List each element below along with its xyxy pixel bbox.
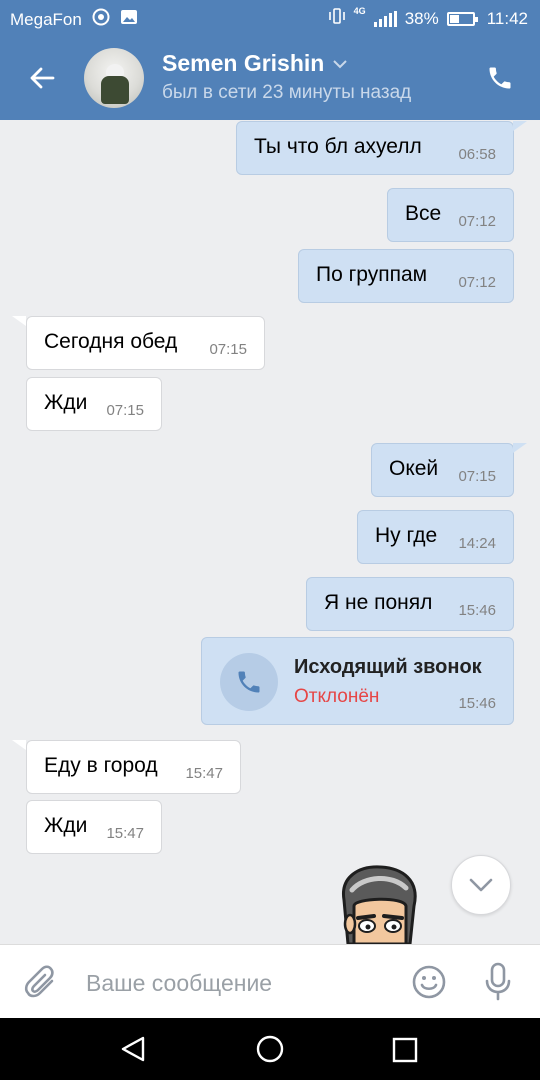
chat-header: Semen Grishin был в сети 23 минуты назад	[0, 36, 540, 120]
message-time: 06:58	[458, 146, 496, 163]
call-status: Отклонён	[294, 686, 380, 707]
message-time: 07:15	[458, 468, 496, 485]
chevron-down-icon	[469, 878, 493, 892]
bubble-tail	[513, 121, 527, 131]
message-text: Сегодня обед	[44, 330, 178, 353]
message-time: 07:15	[209, 341, 247, 358]
message-text: Жди	[44, 391, 88, 414]
message-text: Окей	[389, 457, 439, 480]
message-bubble[interactable]: Сегодня обед 07:15	[26, 316, 265, 370]
square-recents-icon	[392, 1037, 418, 1063]
message-text: Я не понял	[324, 591, 433, 614]
gallery-icon	[120, 9, 138, 30]
message-text: Еду в город	[44, 754, 158, 777]
message-text: Ты что бл ахуелл	[254, 135, 422, 158]
call-button[interactable]	[482, 60, 518, 96]
message-time: 15:46	[458, 695, 496, 712]
message-text: По группам	[316, 263, 428, 286]
message-time: 07:15	[106, 402, 144, 419]
message-time: 07:12	[458, 213, 496, 230]
microphone-icon	[485, 962, 511, 1001]
message-text: Жди	[44, 814, 88, 837]
smiley-icon	[412, 965, 446, 999]
chrome-icon	[92, 8, 110, 31]
chevron-down-icon	[333, 59, 348, 68]
vibrate-icon	[328, 8, 346, 29]
message-bubble[interactable]: Жди 07:15	[26, 377, 162, 431]
circle-home-icon	[256, 1035, 284, 1063]
phone-icon	[489, 67, 511, 89]
system-navigation-bar	[0, 1018, 540, 1080]
bubble-tail	[12, 740, 26, 750]
emoji-button[interactable]	[410, 963, 448, 1001]
message-input[interactable]	[86, 965, 386, 1001]
status-bar: MegaFon 4G 38% 11:42	[0, 0, 540, 36]
message-time: 14:24	[458, 535, 496, 552]
message-time: 15:47	[185, 765, 223, 782]
nav-back-button[interactable]	[118, 1034, 148, 1069]
signal-icon	[373, 10, 397, 27]
back-button[interactable]	[22, 58, 62, 98]
paperclip-icon	[24, 965, 54, 998]
message-bubble[interactable]: Еду в город 15:47	[26, 740, 241, 794]
battery-percent: 38%	[404, 8, 439, 28]
bubble-tail	[513, 443, 527, 453]
message-composer	[0, 944, 540, 1018]
nav-home-button[interactable]	[256, 1035, 284, 1068]
clock: 11:42	[486, 8, 528, 28]
call-title: Исходящий звонок	[294, 656, 482, 678]
contact-status: был в сети 23 минуты назад	[162, 82, 412, 103]
carrier-label: MegaFon	[10, 9, 82, 29]
contact-name-label: Semen Grishin	[162, 50, 325, 76]
battery-icon	[446, 11, 478, 26]
message-bubble[interactable]: По группам 07:12	[298, 249, 514, 303]
message-text: Все	[405, 202, 442, 225]
message-bubble[interactable]: Все 07:12	[387, 188, 514, 242]
scroll-down-button[interactable]	[451, 855, 511, 915]
sticker[interactable]	[330, 862, 426, 944]
message-bubble[interactable]: Я не понял 15:46	[306, 577, 514, 631]
voice-message-button[interactable]	[482, 961, 514, 1003]
triangle-back-icon	[121, 1036, 145, 1062]
call-message[interactable]: Исходящий звонок Отклонён 15:46	[201, 637, 514, 725]
message-bubble[interactable]: Ну где 14:24	[357, 510, 514, 564]
bubble-tail	[12, 316, 26, 326]
arrow-left-icon	[30, 67, 55, 89]
contact-name[interactable]: Semen Grishin	[162, 50, 348, 77]
network-type-label: 4G	[353, 6, 366, 16]
message-bubble[interactable]: Ты что бл ахуелл 06:58	[236, 121, 514, 175]
nav-recents-button[interactable]	[392, 1037, 418, 1068]
avatar[interactable]	[84, 48, 144, 108]
message-time: 15:46	[458, 602, 496, 619]
message-bubble[interactable]: Окей 07:15	[371, 443, 514, 497]
phone-icon	[238, 671, 260, 693]
message-bubble[interactable]: Жди 15:47	[26, 800, 162, 854]
attach-button[interactable]	[22, 963, 62, 1003]
message-time: 15:47	[106, 825, 144, 842]
call-icon-circle[interactable]	[220, 653, 278, 711]
message-time: 07:12	[458, 274, 496, 291]
message-text: Ну где	[375, 524, 438, 547]
